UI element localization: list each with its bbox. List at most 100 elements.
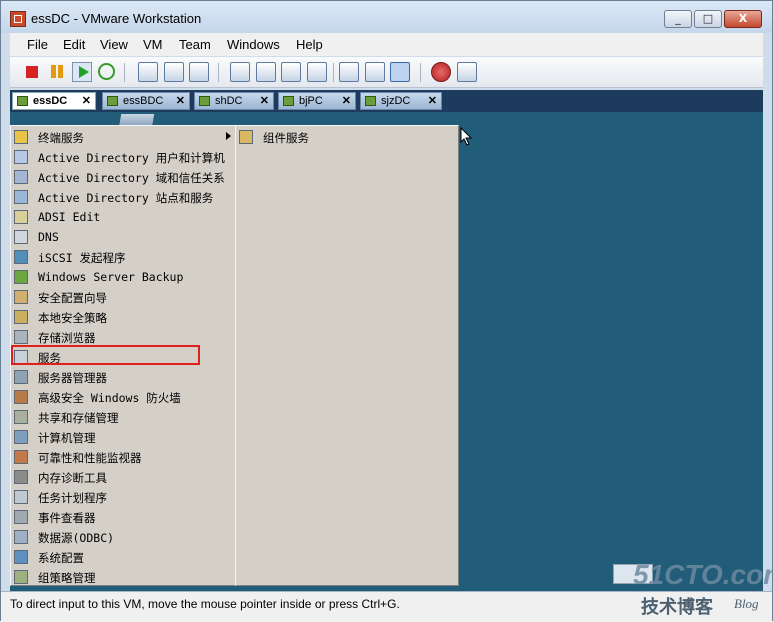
menu-item[interactable]: 内存诊断工具 — [11, 467, 235, 487]
tab-label: sjzDC — [381, 95, 411, 107]
tab-essbdc[interactable]: essBDC ✕ — [102, 92, 190, 110]
tab-sjzdc[interactable]: sjzDC ✕ — [360, 92, 442, 110]
unity-icon[interactable] — [307, 62, 327, 82]
ad-sites-icon — [14, 190, 28, 204]
window-title: essDC - VMware Workstation — [31, 11, 202, 26]
title-bar: essDC - VMware Workstation _ □ X — [1, 1, 772, 33]
menu-item[interactable]: Windows Server Backup — [11, 267, 235, 287]
menu-item[interactable]: 终端服务 — [11, 127, 235, 147]
menu-item[interactable]: 服务器管理器 — [11, 367, 235, 387]
menu-item[interactable]: Active Directory 域和信任关系 — [11, 167, 235, 187]
submenu-item[interactable]: 组件服务 — [236, 127, 460, 147]
tab-label: shDC — [215, 95, 243, 107]
menu-item-label: 任务计划程序 — [38, 491, 107, 505]
snapshot-manager-icon[interactable] — [189, 62, 209, 82]
firewall-icon — [14, 390, 28, 404]
toolbar-separator — [124, 63, 125, 82]
full-screen-icon[interactable] — [256, 62, 276, 82]
power-on-icon[interactable] — [72, 62, 92, 82]
menu-item-label: DNS — [38, 230, 59, 244]
tab-close-icon[interactable]: ✕ — [260, 93, 269, 109]
iscsi-icon — [14, 250, 28, 264]
vm-icon — [365, 96, 376, 106]
menu-item[interactable]: 组策略管理 — [11, 567, 235, 587]
quick-switch-icon[interactable] — [281, 62, 301, 82]
appliance-view-icon[interactable] — [390, 62, 410, 82]
menu-item[interactable]: 高级安全 Windows 防火墙 — [11, 387, 235, 407]
local-policy-icon — [14, 310, 28, 324]
submenu-arrow-icon — [226, 132, 231, 140]
storage-icon — [14, 330, 28, 344]
vm-icon — [199, 96, 210, 106]
revert-snapshot-icon[interactable] — [164, 62, 184, 82]
menu-team[interactable]: Team — [179, 37, 211, 52]
component-services-icon — [239, 130, 253, 144]
menu-item-label: 存储浏览器 — [38, 331, 96, 345]
share-storage-icon — [14, 410, 28, 424]
adsi-edit-icon — [14, 210, 28, 224]
menu-file[interactable]: File — [27, 37, 48, 52]
terminal-services-submenu: 组件服务 — [235, 125, 459, 586]
tab-label: bjPC — [299, 95, 323, 107]
watermark-blog-en: Blog — [734, 596, 759, 611]
menu-item[interactable]: 事件查看器 — [11, 507, 235, 527]
menu-edit[interactable]: Edit — [63, 37, 85, 52]
close-button[interactable]: X — [724, 10, 762, 28]
menu-item[interactable]: 系统配置 — [11, 547, 235, 567]
menu-item[interactable]: 安全配置向导 — [11, 287, 235, 307]
menu-item[interactable]: DNS — [11, 227, 235, 247]
menu-item[interactable]: ADSI Edit — [11, 207, 235, 227]
menu-view[interactable]: View — [100, 37, 128, 52]
menu-item[interactable]: 本地安全策略 — [11, 307, 235, 327]
replay-icon[interactable] — [457, 62, 477, 82]
power-off-icon[interactable] — [26, 66, 38, 78]
maximize-button[interactable]: □ — [694, 10, 722, 28]
menu-item[interactable]: iSCSI 发起程序 — [11, 247, 235, 267]
folder-icon — [14, 130, 28, 144]
menu-item[interactable]: Active Directory 用户和计算机 — [11, 147, 235, 167]
status-text: To direct input to this VM, move the mou… — [10, 597, 400, 611]
minimize-button[interactable]: _ — [664, 10, 692, 28]
system-config-icon — [14, 550, 28, 564]
menu-item[interactable]: 可靠性和性能监视器 — [11, 447, 235, 467]
menu-item-label: 计算机管理 — [38, 431, 96, 445]
menu-item[interactable]: 任务计划程序 — [11, 487, 235, 507]
menu-help[interactable]: Help — [296, 37, 323, 52]
submenu-item-label: 组件服务 — [263, 131, 309, 145]
menu-vm[interactable]: VM — [143, 37, 163, 52]
watermark-logo: 51CTO.com — [633, 559, 773, 590]
snapshot-icon[interactable] — [138, 62, 158, 82]
security-wizard-icon — [14, 290, 28, 304]
tab-shdc[interactable]: shDC ✕ — [194, 92, 274, 110]
vm-icon — [107, 96, 118, 106]
reset-icon[interactable] — [98, 63, 115, 80]
ad-users-icon — [14, 150, 28, 164]
suspend-icon[interactable] — [47, 62, 67, 82]
menu-item[interactable]: 共享和存储管理 — [11, 407, 235, 427]
menu-item[interactable]: 数据源(ODBC) — [11, 527, 235, 547]
console-view-icon[interactable] — [339, 62, 359, 82]
computer-management-icon — [14, 430, 28, 444]
menu-windows[interactable]: Windows — [227, 37, 280, 52]
menu-item[interactable]: 计算机管理 — [11, 427, 235, 447]
task-scheduler-icon — [14, 490, 28, 504]
menu-item-label: 服务器管理器 — [38, 371, 107, 385]
menu-item-label: 安全配置向导 — [38, 291, 107, 305]
tab-close-icon[interactable]: ✕ — [82, 93, 91, 109]
show-sidebar-icon[interactable] — [230, 62, 250, 82]
tab-essdc[interactable]: essDC ✕ — [12, 92, 96, 110]
tab-close-icon[interactable]: ✕ — [342, 93, 351, 109]
summary-view-icon[interactable] — [365, 62, 385, 82]
menu-item[interactable]: 存储浏览器 — [11, 327, 235, 347]
toolbar-separator — [420, 63, 421, 82]
watermark-blog: 技术博客 — [641, 597, 713, 617]
menu-item-label: Windows Server Backup — [38, 270, 184, 284]
tab-bjpc[interactable]: bjPC ✕ — [278, 92, 356, 110]
reliability-monitor-icon — [14, 450, 28, 464]
record-icon[interactable] — [431, 62, 451, 82]
toolbar-separator — [218, 63, 219, 82]
tab-close-icon[interactable]: ✕ — [176, 93, 185, 109]
menu-item[interactable]: Active Directory 站点和服务 — [11, 187, 235, 207]
menu-item-label: ADSI Edit — [38, 210, 101, 224]
tab-close-icon[interactable]: ✕ — [428, 93, 437, 109]
